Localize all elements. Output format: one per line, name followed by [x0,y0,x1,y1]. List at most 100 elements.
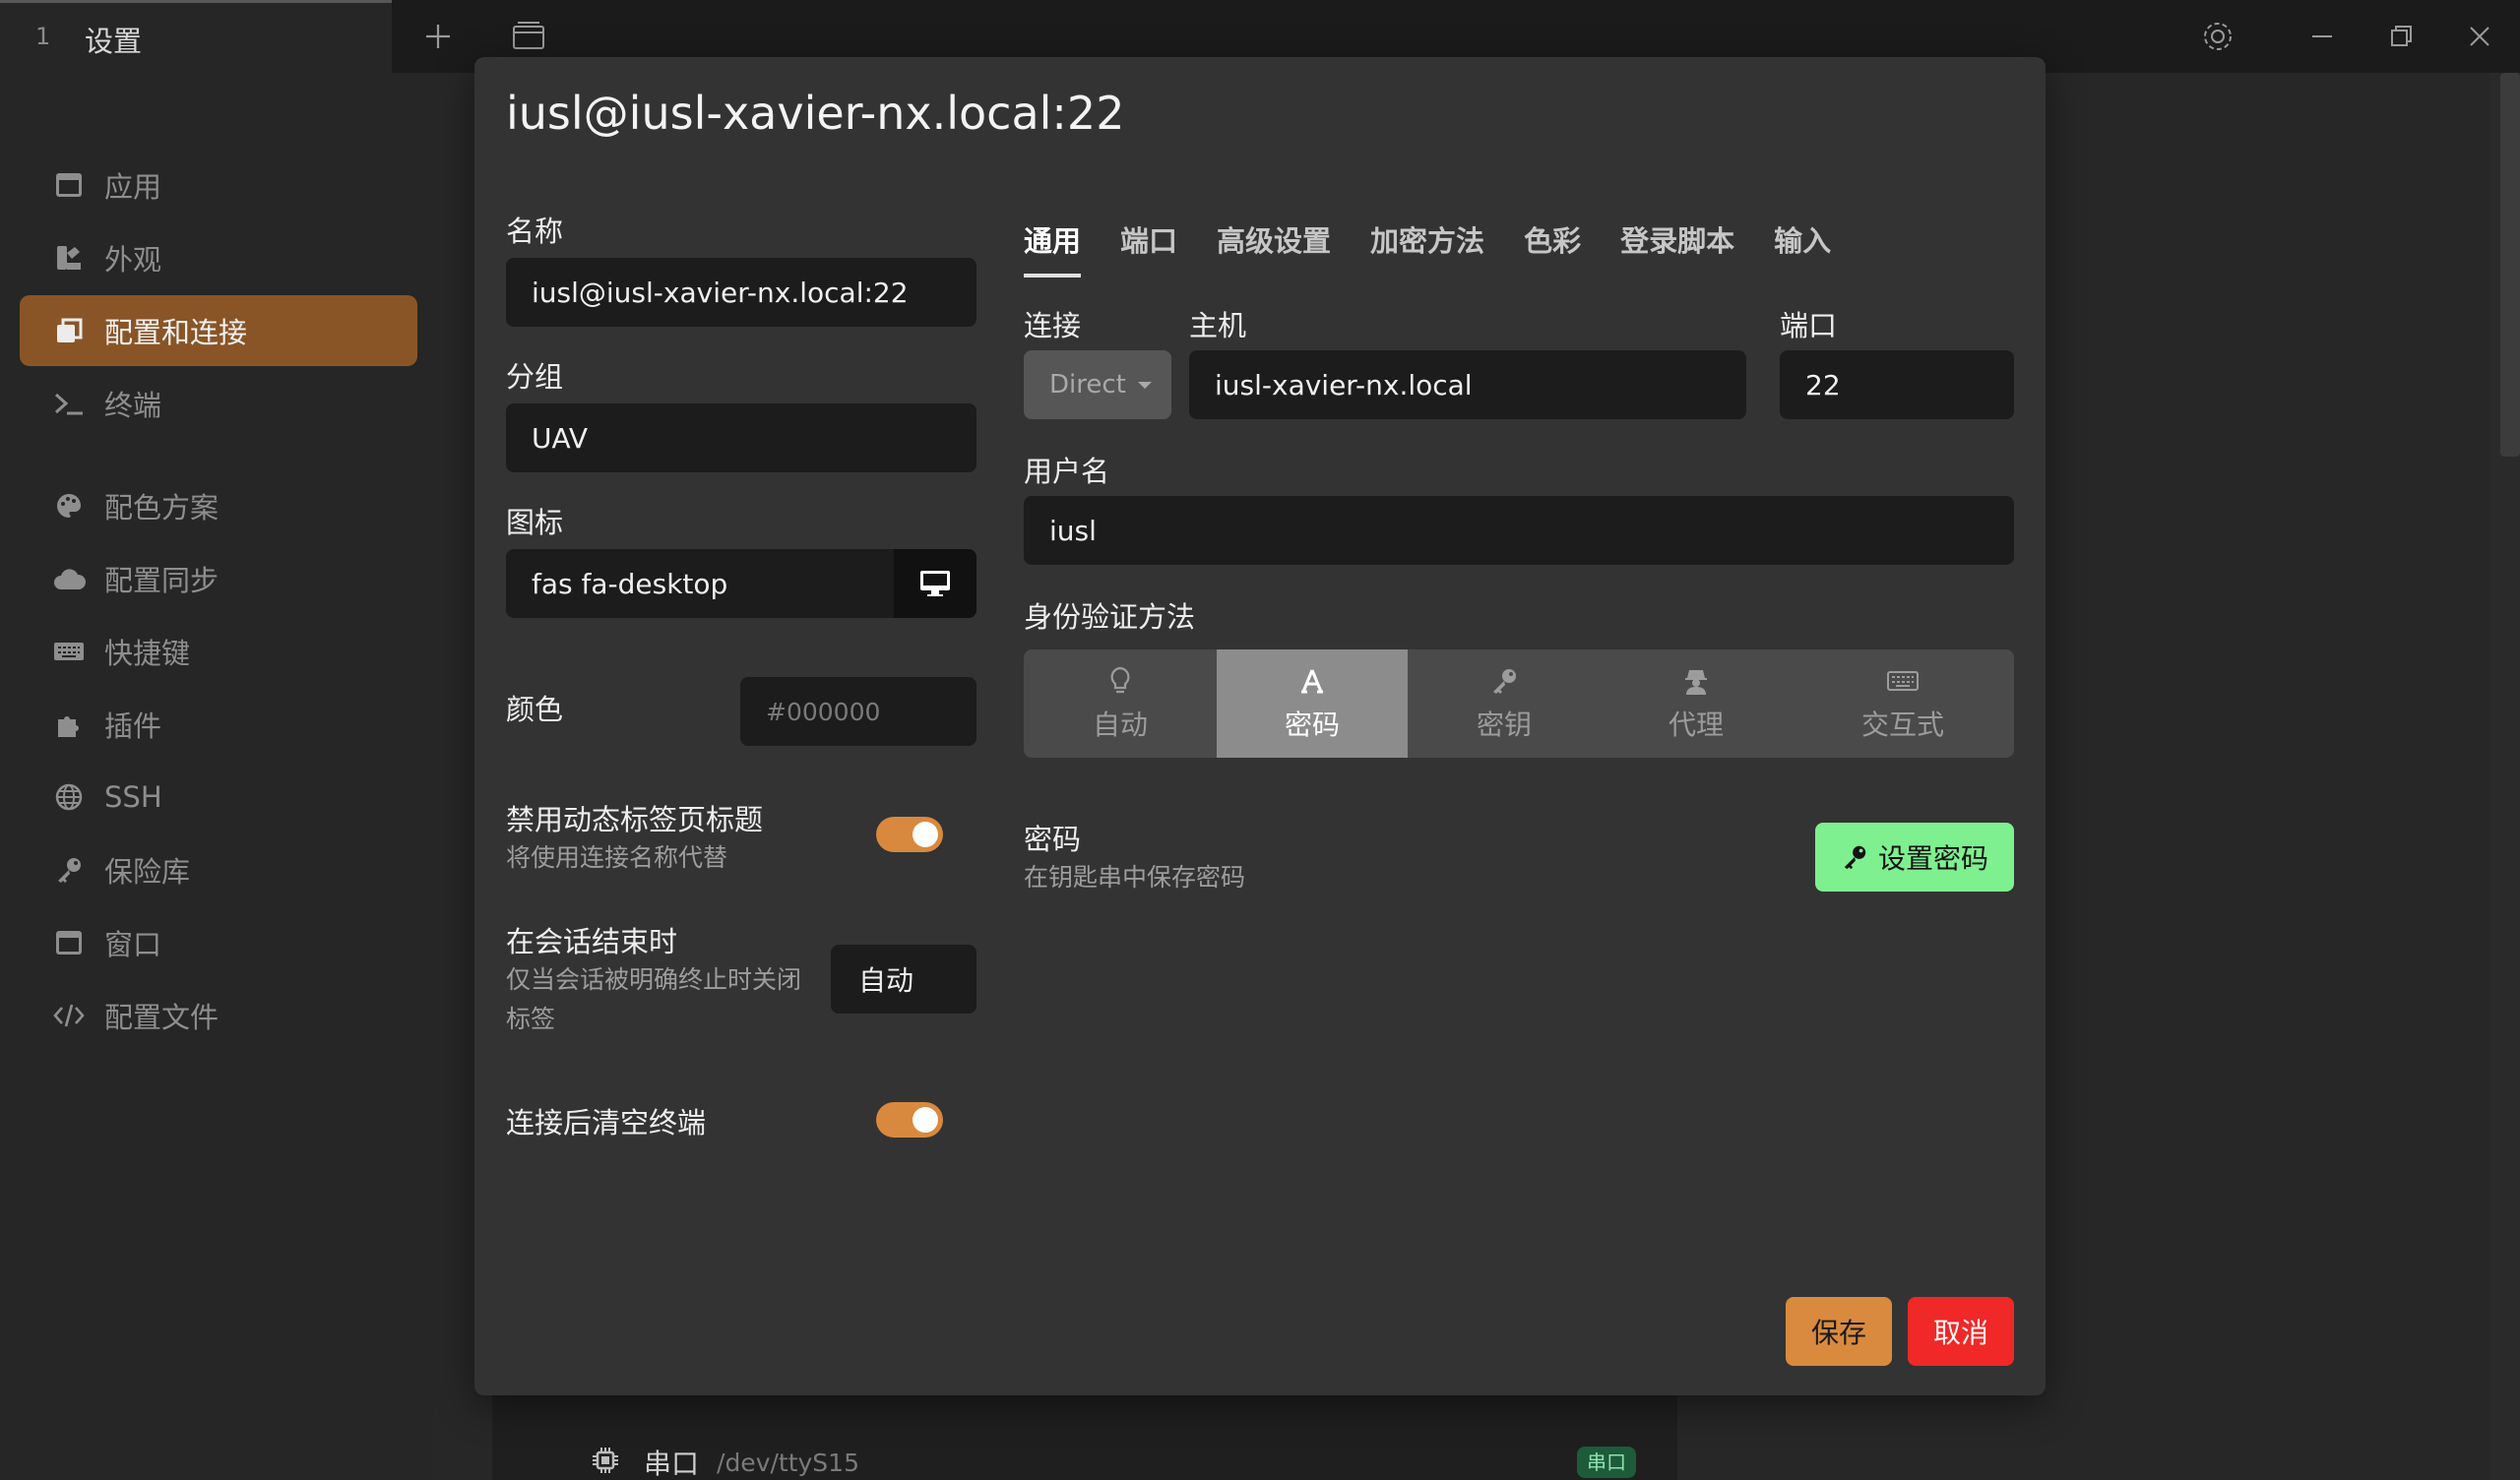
sidebar-item-label: 配色方案 [104,491,220,524]
port-input[interactable]: 22 [1780,350,2014,419]
minimize-icon [2312,35,2332,37]
key-icon [1489,664,1519,698]
on-session-end-desc-cont: 标签 [506,1005,556,1033]
app-window: 1 设置 应用 外观 配置和连接 终端 配色方案 配置同步 快捷键 插件 SSH… [0,0,2520,1480]
sidebar-item-label: 外观 [104,243,162,277]
close-window-button[interactable] [2457,14,2502,59]
lightbulb-icon [1108,664,1132,698]
tab-ciphers[interactable]: 加密方法 [1370,218,1484,278]
color-input[interactable]: #000000 [740,677,976,746]
restore-icon [2391,26,2412,46]
cloud-icon [51,561,87,596]
profile-type-badge: 串口 [1577,1447,1636,1478]
name-label: 名称 [506,215,564,248]
minimize-button[interactable] [2300,14,2345,59]
toggle-knob [913,822,938,847]
tab-general[interactable]: 通用 [1024,218,1082,278]
save-button[interactable]: 保存 [1786,1297,1892,1366]
profile-name: 串口 [644,1448,700,1480]
set-password-button[interactable]: 设置密码 [1815,823,2014,892]
tab-login-scripts[interactable]: 登录脚本 [1620,218,1734,278]
tab-colors[interactable]: 色彩 [1524,218,1581,278]
icon-picker-button[interactable] [894,549,976,618]
clear-after-connect-toggle[interactable] [876,1102,943,1138]
scrollbar[interactable] [2500,73,2520,457]
auth-method-agent[interactable]: 代理 [1601,649,1792,758]
tab-settings[interactable]: 1 设置 [0,0,392,73]
window-stack-icon [513,22,544,49]
sidebar-item-label: 插件 [104,709,162,743]
globe-icon [51,779,87,815]
profiles-button[interactable] [506,14,551,59]
auth-method-label: 身份验证方法 [1024,600,1196,634]
tab-advanced[interactable]: 高级设置 [1217,218,1331,278]
auth-method-label-text: 密钥 [1476,709,1532,741]
sidebar-item-label: SSH [104,780,162,814]
sidebar-item-terminal[interactable]: 终端 [20,368,417,439]
gear-icon [2204,23,2232,50]
username-input[interactable]: iusl [1024,496,2014,565]
sidebar-item-label: 配置同步 [104,564,220,597]
password-desc: 在钥匙串中保存密码 [1024,863,1246,892]
on-session-end-select[interactable]: 自动 [831,945,976,1014]
password-label: 密码 [1024,823,1082,856]
sidebar-item-label: 配置文件 [104,1001,220,1034]
sidebar-item-label: 窗口 [104,928,162,961]
user-secret-icon [1682,664,1710,698]
settings-sidebar: 应用 外观 配置和连接 终端 配色方案 配置同步 快捷键 插件 SSH 保险库 … [0,73,433,1480]
edit-profile-dialog: iusl@iusl-xavier-nx.local:22 名称 iusl@ius… [474,57,2046,1395]
puzzle-icon [51,707,87,742]
icon-input[interactable]: fas fa-desktop [506,549,896,618]
sidebar-item-label: 保险库 [104,855,191,889]
group-input[interactable]: UAV [506,403,976,472]
sidebar-item-config-file[interactable]: 配置文件 [20,980,417,1051]
terminal-icon [51,386,87,421]
keyboard-icon [51,634,87,669]
keyboard-icon [1887,664,1919,698]
tab-input[interactable]: 输入 [1774,218,1831,278]
key-icon [1841,843,1868,871]
sidebar-item-app[interactable]: 应用 [20,150,417,220]
host-input[interactable]: iusl-xavier-nx.local [1189,350,1746,419]
chip-icon [591,1446,620,1479]
sidebar-item-profiles[interactable]: 配置和连接 [20,295,417,366]
settings-button[interactable] [2195,14,2240,59]
host-label: 主机 [1189,309,1247,342]
sidebar-item-color-scheme[interactable]: 配色方案 [20,470,417,541]
icon-label: 图标 [506,506,564,539]
auth-method-label-text: 密码 [1284,709,1340,741]
connection-type-value: Direct [1049,370,1126,400]
connection-label: 连接 [1024,309,1082,342]
tab-title: 设置 [85,25,143,58]
dialog-title: iusl@iusl-xavier-nx.local:22 [506,87,1125,140]
sidebar-item-appearance[interactable]: 外观 [20,222,417,293]
disable-dynamic-title-label: 禁用动态标签页标题 [506,803,764,836]
sidebar-item-plugins[interactable]: 插件 [20,689,417,760]
new-tab-button[interactable] [415,14,461,59]
close-icon [2470,27,2489,46]
sidebar-item-hotkeys[interactable]: 快捷键 [20,616,417,687]
restore-button[interactable] [2378,14,2424,59]
plus-icon [426,25,450,48]
sidebar-item-ssh[interactable]: SSH [20,762,417,832]
disable-dynamic-title-toggle[interactable] [876,817,943,852]
connection-type-dropdown[interactable]: Direct [1024,350,1171,419]
desktop-icon [920,571,950,596]
cancel-button[interactable]: 取消 [1908,1297,2014,1366]
tab-ports[interactable]: 端口 [1120,218,1177,278]
group-label: 分组 [506,360,564,394]
auth-method-password[interactable]: 密码 [1217,649,1408,758]
disable-dynamic-title-desc: 将使用连接名称代替 [506,843,728,872]
sidebar-item-sync[interactable]: 配置同步 [20,543,417,614]
auth-method-label-text: 代理 [1668,709,1724,741]
toggle-knob [913,1107,938,1133]
profile-list-item-serial[interactable]: 串口 /dev/ttyS15 [591,1443,859,1480]
name-input[interactable]: iusl@iusl-xavier-nx.local:22 [506,258,976,327]
sidebar-item-window[interactable]: 窗口 [20,907,417,978]
auth-method-label-text: 交互式 [1860,709,1944,741]
font-a-icon [1299,664,1325,698]
sidebar-item-vault[interactable]: 保险库 [20,834,417,905]
auth-method-key[interactable]: 密钥 [1408,649,1601,758]
auth-method-interactive[interactable]: 交互式 [1792,649,2014,758]
auth-method-auto[interactable]: 自动 [1024,649,1217,758]
